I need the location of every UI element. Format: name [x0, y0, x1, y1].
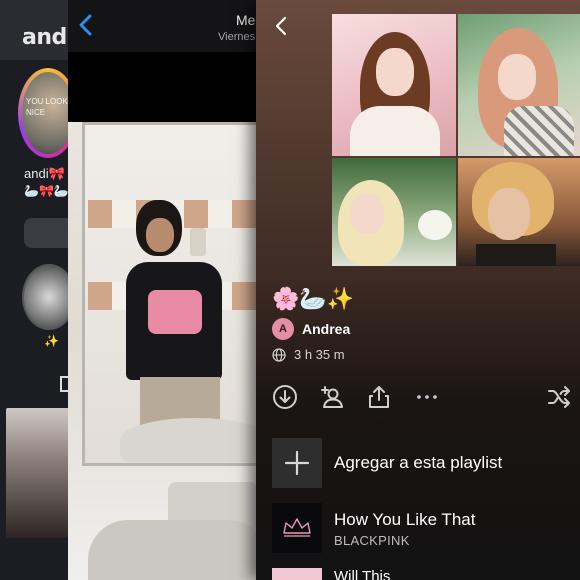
share-button[interactable]	[366, 384, 392, 410]
track-row[interactable]: How You Like That BLACKPINK	[272, 503, 572, 553]
owner-avatar[interactable]: A	[272, 318, 294, 340]
track-title: How You Like That	[334, 510, 476, 529]
track-row[interactable]: Will This	[272, 568, 572, 580]
mirror-selfie-photo[interactable]	[68, 122, 268, 580]
chat-title: Me	[236, 12, 256, 28]
profile-username: andi	[22, 25, 74, 50]
download-icon	[273, 385, 297, 409]
playlist-cover	[332, 14, 580, 266]
chat-header: Me Viernes	[68, 0, 268, 52]
playlist-duration: 3 h 35 m	[294, 347, 345, 362]
profile-post-thumbnail[interactable]	[6, 408, 70, 538]
highlight-caption: ✨	[44, 334, 59, 348]
shuffle-icon	[548, 386, 570, 408]
cover-photo-3	[332, 158, 456, 266]
person-face	[146, 218, 174, 252]
globe-icon	[272, 348, 286, 362]
chat-date: Viernes	[218, 31, 256, 43]
track-album-art	[272, 568, 322, 580]
sink-basin	[88, 520, 268, 580]
shirt-print	[148, 290, 202, 334]
back-chevron-icon[interactable]	[78, 14, 94, 36]
playlist-screen: 🌸🦢✨ A Andrea 3 h 35 m Agregar a esta pla…	[256, 0, 580, 580]
playlist-owner[interactable]: Andrea	[302, 321, 350, 337]
cover-photo-4	[458, 158, 580, 266]
cover-photo-2	[458, 14, 580, 156]
profile-bio: 🦢🎀🦢	[24, 184, 69, 198]
share-icon	[369, 386, 389, 408]
phone	[190, 228, 206, 256]
plus-icon	[284, 450, 310, 476]
chat-spacer	[68, 52, 268, 122]
add-tile	[272, 438, 322, 488]
add-collaborator-icon	[321, 386, 343, 408]
more-options-button[interactable]	[414, 384, 440, 410]
messages-screen: Me Viernes	[68, 0, 268, 580]
track-title: Will This	[334, 568, 391, 580]
shuffle-button[interactable]	[546, 384, 572, 410]
cover-photo-1	[332, 14, 456, 156]
invite-collaborator-button[interactable]	[318, 384, 344, 410]
more-icon	[417, 395, 437, 399]
add-to-playlist-row[interactable]: Agregar a esta playlist	[272, 438, 572, 488]
back-chevron-icon[interactable]	[274, 16, 288, 36]
crown-icon	[283, 518, 311, 537]
track-artist: BLACKPINK	[334, 533, 410, 548]
download-button[interactable]	[272, 384, 298, 410]
track-album-art	[272, 503, 322, 553]
playlist-title: 🌸🦢✨	[272, 286, 355, 311]
profile-display-name: andi🎀	[24, 166, 65, 181]
sink	[120, 418, 268, 462]
add-to-playlist-label: Agregar a esta playlist	[334, 453, 503, 472]
